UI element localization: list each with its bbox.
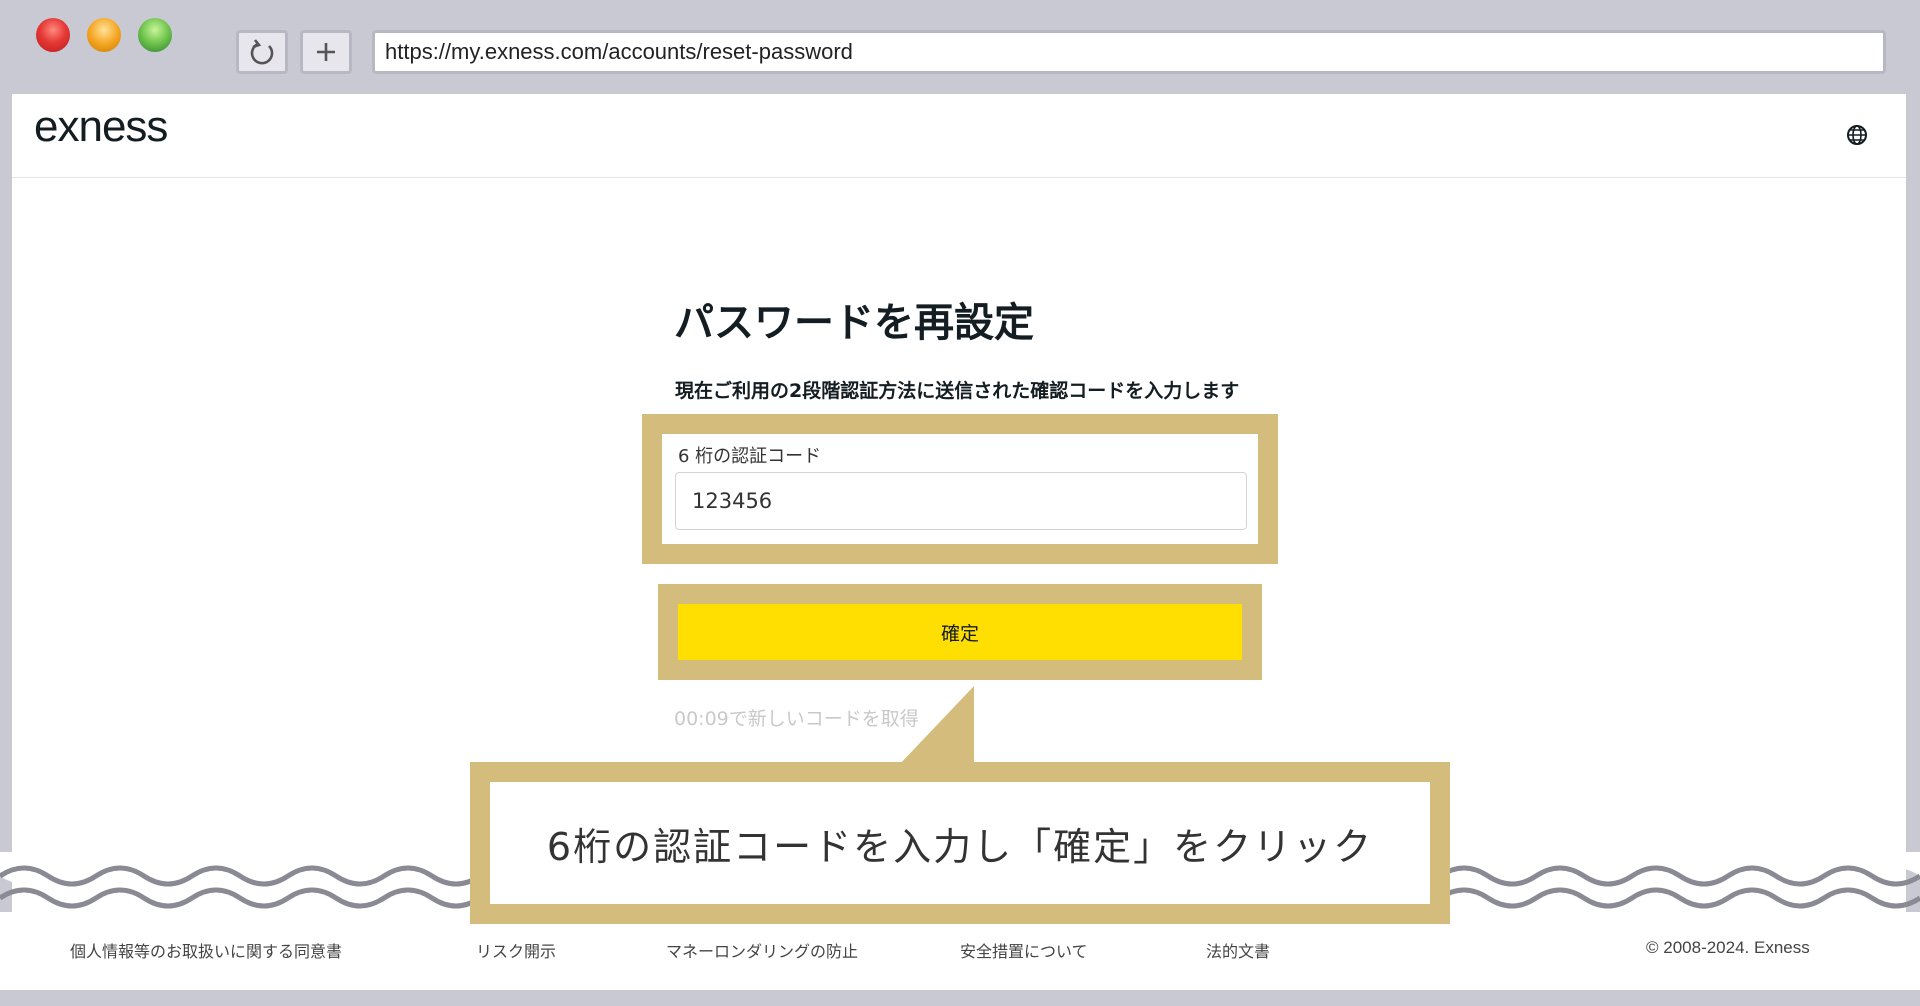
callout-text: 6桁の認証コードを入力し「確定」をクリック bbox=[546, 824, 1374, 869]
footer-link-consent[interactable]: 個人情報等のお取扱いに関する同意書 bbox=[70, 938, 342, 962]
confirm-button[interactable]: 確定 bbox=[678, 604, 1242, 660]
copyright-text: © 2008-2024. Exness bbox=[1646, 938, 1810, 957]
confirm-button-label: 確定 bbox=[940, 622, 979, 645]
verification-code-input[interactable]: 123456 bbox=[675, 472, 1247, 530]
reload-button[interactable] bbox=[236, 30, 288, 74]
footer-link-security[interactable]: 安全措置について bbox=[960, 938, 1088, 962]
plus-icon bbox=[317, 43, 335, 61]
site-footer: 個人情報等のお取扱いに関する同意書 リスク開示 マネーロンダリングの防止 安全措… bbox=[0, 912, 1920, 992]
footer-link-legal[interactable]: 法的文書 bbox=[1206, 938, 1270, 962]
reload-icon bbox=[250, 39, 274, 65]
callout-pointer bbox=[898, 686, 974, 766]
window-bottom-border bbox=[0, 990, 1920, 1006]
browser-chrome: https://my.exness.com/accounts/reset-pas… bbox=[0, 0, 1920, 94]
callout-box: 6桁の認証コードを入力し「確定」をクリック bbox=[490, 782, 1430, 904]
footer-link-aml[interactable]: マネーロンダリングの防止 bbox=[666, 938, 858, 962]
address-bar[interactable]: https://my.exness.com/accounts/reset-pas… bbox=[372, 30, 1886, 74]
window-minimize-button[interactable] bbox=[87, 18, 121, 52]
window-maximize-button[interactable] bbox=[138, 18, 172, 52]
page-title: パスワードを再設定 bbox=[674, 300, 1034, 346]
footer-link-risk[interactable]: リスク開示 bbox=[476, 938, 556, 962]
window-close-button[interactable] bbox=[36, 18, 70, 52]
code-field-label: 6 桁の認証コード bbox=[678, 446, 822, 467]
new-tab-button[interactable] bbox=[300, 30, 352, 74]
exness-logo[interactable]: exness bbox=[34, 102, 168, 152]
page-subtitle: 現在ご利用の2段階認証方法に送信された確認コードを入力します bbox=[675, 380, 1240, 402]
site-header: exness bbox=[12, 94, 1906, 178]
globe-icon[interactable] bbox=[1846, 124, 1868, 146]
